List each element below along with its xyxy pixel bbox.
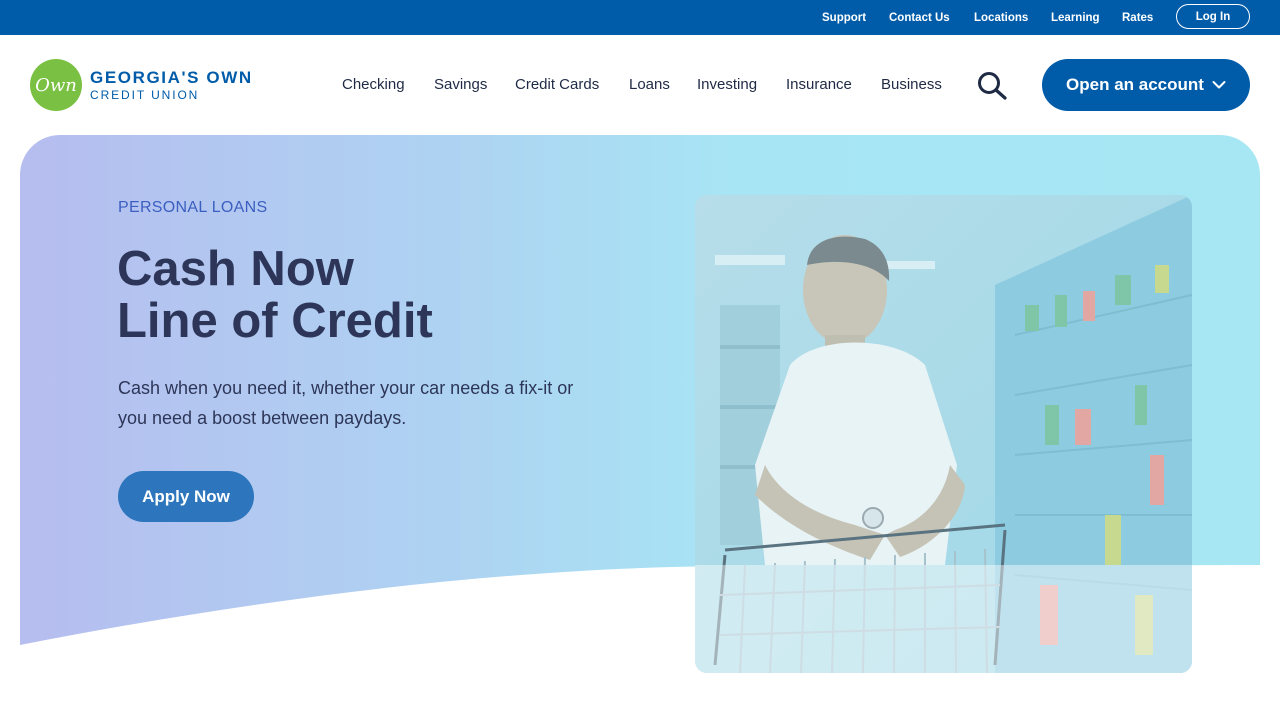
nav-insurance[interactable]: Insurance — [786, 76, 852, 93]
hero-title-line1: Cash Now — [117, 242, 354, 296]
hero-title-line2: Line of Credit — [117, 294, 433, 348]
hero-subtitle: Cash when you need it, whether your car … — [118, 378, 574, 428]
rates-link[interactable]: Rates — [1122, 12, 1153, 24]
hero-eyebrow: PERSONAL LOANS — [118, 199, 268, 216]
apply-now-button[interactable]: Apply Now — [118, 471, 254, 522]
logo-mark[interactable]: Own — [30, 59, 82, 111]
shopping-photo — [695, 195, 1192, 673]
contact-us-link[interactable]: Contact Us — [889, 12, 950, 24]
logo-wordmark[interactable]: GEORGIA'S OWN — [90, 68, 253, 88]
nav-checking[interactable]: Checking — [342, 76, 405, 93]
open-account-label: Open an account — [1066, 75, 1204, 94]
search-button[interactable] — [975, 71, 1009, 101]
nav-loans[interactable]: Loans — [629, 76, 670, 93]
utility-bar: Support Contact Us Locations Learning Ra… — [0, 0, 1280, 35]
hero-title: Cash Now Line of Credit — [117, 243, 433, 347]
nav-credit-cards[interactable]: Credit Cards — [515, 76, 599, 93]
locations-link[interactable]: Locations — [974, 12, 1028, 24]
nav-business[interactable]: Business — [881, 76, 942, 93]
nav-savings[interactable]: Savings — [434, 76, 487, 93]
open-account-button[interactable]: Open an account — [1042, 59, 1250, 111]
logo-tagline: CREDIT UNION — [90, 88, 200, 102]
search-icon — [978, 72, 1007, 100]
log-in-button[interactable]: Log In — [1176, 4, 1250, 29]
chevron-down-icon — [1212, 81, 1226, 89]
learning-link[interactable]: Learning — [1051, 12, 1100, 24]
nav-investing[interactable]: Investing — [697, 76, 757, 93]
support-link[interactable]: Support — [822, 12, 866, 24]
hero-photo — [695, 195, 1192, 673]
